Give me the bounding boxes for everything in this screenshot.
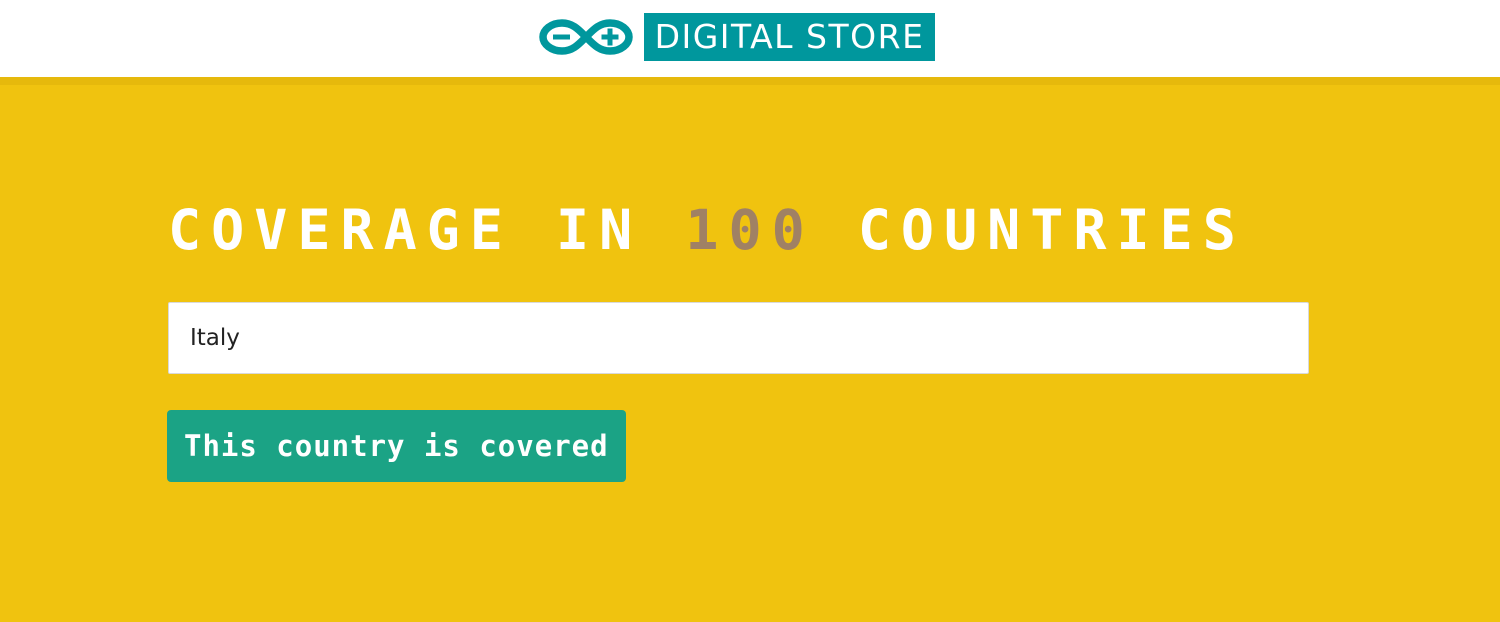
title-prefix: COVERAGE IN xyxy=(168,198,686,262)
site-header: DIGITAL STORE xyxy=(0,0,1500,77)
header-divider xyxy=(0,77,1500,85)
brand-name: DIGITAL STORE xyxy=(644,13,935,61)
brand-home-link[interactable]: DIGITAL STORE xyxy=(539,13,935,61)
arduino-infinity-logo-icon xyxy=(539,19,633,55)
countries-count: 100 xyxy=(685,198,815,262)
coverage-status-badge: This country is covered xyxy=(167,410,626,482)
country-search-input[interactable] xyxy=(168,302,1309,374)
coverage-section: COVERAGE IN 100 COUNTRIES xyxy=(168,192,1328,268)
title-suffix: COUNTRIES xyxy=(814,198,1246,262)
page-title: COVERAGE IN 100 COUNTRIES xyxy=(168,192,1328,268)
